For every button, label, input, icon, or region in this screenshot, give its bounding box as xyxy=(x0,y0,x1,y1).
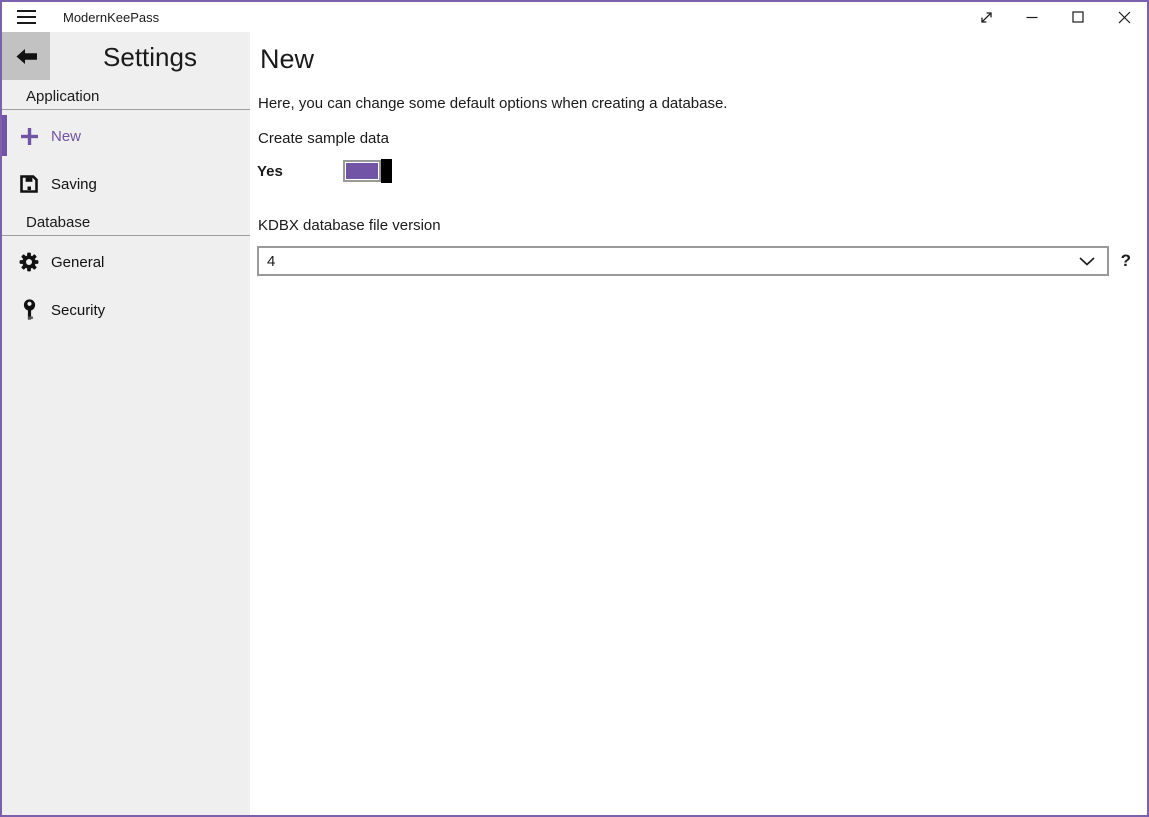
page-title: New xyxy=(260,44,1133,75)
sidebar-header: Settings xyxy=(2,32,250,82)
kdbx-version-label: KDBX database file version xyxy=(258,217,1133,234)
page-description: Here, you can change some default option… xyxy=(258,95,1133,112)
sidebar-item-label: Saving xyxy=(51,176,97,193)
sidebar-item-label: General xyxy=(51,254,104,271)
close-button[interactable] xyxy=(1101,2,1147,32)
save-icon xyxy=(17,175,41,193)
sidebar-item-saving[interactable]: Saving xyxy=(2,160,250,208)
sidebar-item-security[interactable]: Security xyxy=(2,286,250,334)
kdbx-version-row: 4 ? xyxy=(257,246,1133,276)
titlebar: ModernKeePass xyxy=(2,2,1147,32)
toggle-knob xyxy=(381,159,392,183)
sidebar-item-label: Security xyxy=(51,302,105,319)
kdbx-version-dropdown[interactable]: 4 xyxy=(257,246,1109,276)
maximize-button[interactable] xyxy=(1055,2,1101,32)
chevron-down-icon xyxy=(1079,257,1095,266)
maximize-icon xyxy=(1072,11,1084,23)
app-window: ModernKeePass xyxy=(0,0,1149,817)
minimize-icon xyxy=(1026,11,1038,23)
minimize-button[interactable] xyxy=(1009,2,1055,32)
toggle-fill xyxy=(346,163,378,179)
sidebar: Settings Application New xyxy=(2,32,250,815)
app-body: Settings Application New xyxy=(2,32,1147,815)
toggle-state-label: Yes xyxy=(257,163,343,180)
enter-fullscreen-button[interactable] xyxy=(963,2,1009,32)
section-label-database: Database xyxy=(2,214,250,236)
settings-heading: Settings xyxy=(50,32,250,82)
window-controls xyxy=(963,2,1147,32)
app-title: ModernKeePass xyxy=(63,10,159,25)
main-content: New Here, you can change some default op… xyxy=(250,32,1147,815)
key-icon xyxy=(17,299,41,322)
diagonal-resize-icon xyxy=(979,10,994,25)
hamburger-icon xyxy=(17,10,36,24)
create-sample-data-label: Create sample data xyxy=(258,130,1133,147)
back-button[interactable] xyxy=(2,32,50,80)
sidebar-item-new[interactable]: New xyxy=(2,112,250,160)
section-label-application: Application xyxy=(2,88,250,110)
toggle-track xyxy=(343,160,381,182)
kdbx-version-value: 4 xyxy=(267,253,1079,270)
sample-data-toggle-row: Yes xyxy=(257,158,1133,184)
close-icon xyxy=(1118,11,1131,24)
gear-icon xyxy=(17,252,41,272)
sample-data-toggle[interactable] xyxy=(343,159,392,183)
plus-icon xyxy=(17,127,41,146)
help-button[interactable]: ? xyxy=(1121,251,1131,271)
hamburger-menu-button[interactable] xyxy=(2,2,50,32)
back-arrow-icon xyxy=(15,48,38,65)
sidebar-item-label: New xyxy=(51,128,81,145)
sidebar-item-general[interactable]: General xyxy=(2,238,250,286)
